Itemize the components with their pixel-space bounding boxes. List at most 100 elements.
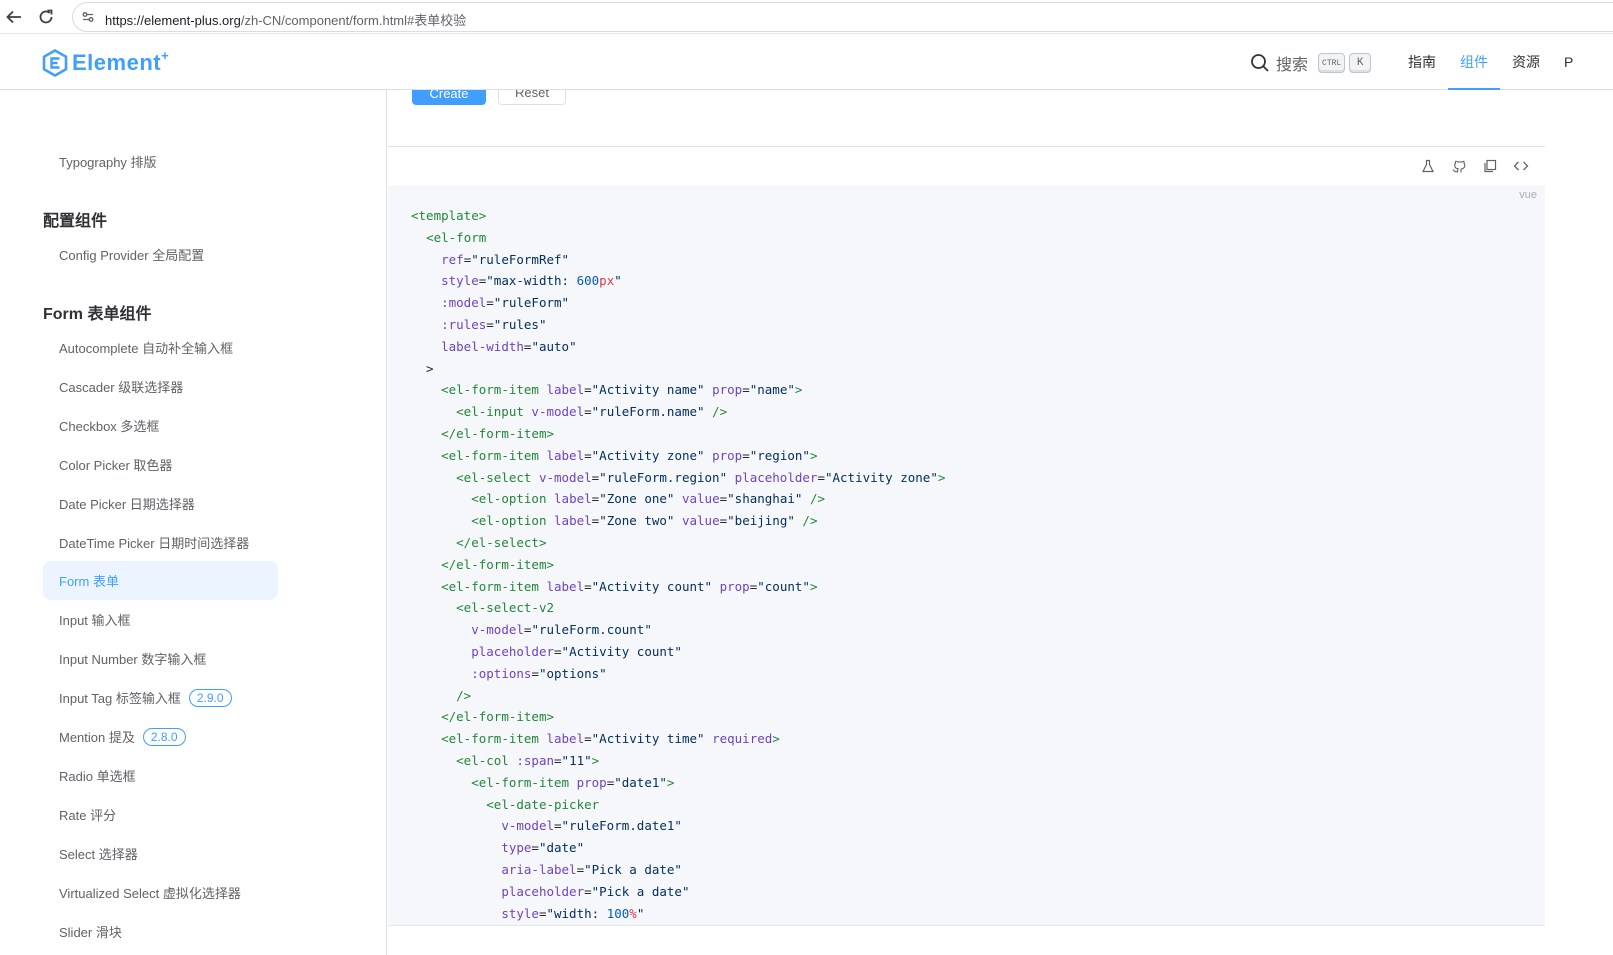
code-token: prop [576, 774, 607, 790]
playground-icon[interactable] [1420, 158, 1436, 174]
code-token: </el-form-item> [441, 556, 554, 572]
code-line: :rules="rules" [411, 314, 945, 336]
copy-icon[interactable] [1482, 158, 1498, 174]
code-token: > [591, 752, 600, 768]
sidebar-item[interactable]: Autocomplete 自动补全输入框 [43, 328, 278, 367]
address-bar[interactable]: https://element-plus.org/zh-CN/component… [72, 2, 1613, 32]
code-line: placeholder="Activity count" [411, 641, 945, 663]
sidebar-item[interactable]: Virtualized Select 虚拟化选择器 [43, 873, 278, 912]
version-badge: 2.9.0 [188, 688, 232, 707]
code-block-bottom [388, 925, 1545, 955]
url-text[interactable]: https://element-plus.org/zh-CN/component… [105, 10, 466, 29]
view-source-icon[interactable] [1513, 158, 1529, 174]
reset-button[interactable]: Reset [498, 90, 566, 105]
code-token: ref [441, 251, 464, 267]
code-line: <el-select-v2 [411, 597, 945, 619]
code-token: = [554, 818, 562, 834]
sidebar-item[interactable]: Checkbox 多选框 [43, 406, 278, 445]
code-language-tag: vue [1519, 189, 1537, 201]
sidebar-item[interactable]: Radio 单选框 [43, 756, 278, 795]
code-line: <el-input v-model="ruleForm.name" /> [411, 401, 945, 423]
nav-component[interactable]: 组件 [1448, 34, 1500, 90]
back-icon[interactable] [2, 5, 26, 29]
sidebar-item[interactable]: Color Picker 取色器 [43, 445, 278, 484]
create-button[interactable]: Create [412, 90, 486, 105]
code-token: <el-form-item [471, 774, 570, 790]
code-line: <el-option label="Zone two" value="beiji… [411, 510, 945, 532]
code-token: v-model [531, 404, 585, 420]
sidebar-item[interactable]: Cascader 级联选择器 [43, 367, 278, 406]
sidebar-item-typography[interactable]: Typography 排版 [43, 142, 278, 181]
code-token: "ruleForm.region" [599, 469, 728, 485]
code-token: <el-option [471, 513, 547, 529]
search-button[interactable]: 搜索 CTRL K [1250, 51, 1375, 75]
code-token: <el-select [456, 469, 532, 485]
code-token: v-model [471, 622, 524, 638]
nav-guide[interactable]: 指南 [1396, 34, 1448, 90]
code-line: :options="options" [411, 663, 945, 685]
reload-icon[interactable] [34, 5, 58, 29]
code-token: /> [809, 491, 826, 507]
code-token: value [681, 491, 720, 507]
site-info-icon[interactable] [81, 10, 95, 24]
sidebar-item[interactable]: Mention 提及 2.8.0 [43, 717, 278, 756]
code-token: "auto" [531, 338, 577, 354]
github-icon[interactable] [1451, 158, 1467, 174]
sidebar-item-label: Rate 评分 [59, 807, 117, 823]
code-token: label [546, 382, 585, 398]
sidebar-item[interactable]: Input 输入框 [43, 600, 278, 639]
code-token: <el-form-item [441, 382, 539, 398]
code-token: = [742, 382, 750, 398]
browser-toolbar: https://element-plus.org/zh-CN/component… [0, 0, 1613, 34]
url-host: https://element-plus.org [105, 13, 241, 28]
code-token: > [809, 578, 818, 594]
sidebar-item[interactable]: Rate 评分 [43, 795, 278, 834]
code-token: "Activity zone" [591, 447, 705, 463]
code-token: :model [441, 295, 487, 311]
code-line: <el-form-item label="Activity zone" prop… [411, 445, 945, 467]
code-token: = [584, 404, 592, 420]
element-logo[interactable]: Element + [42, 48, 169, 77]
code-token: "11" [561, 752, 592, 768]
nav-resource[interactable]: 资源 [1500, 34, 1552, 90]
sidebar-item[interactable]: Input Number 数字输入框 [43, 639, 278, 678]
sidebar-item-label: Select 选择器 [59, 846, 138, 862]
sidebar-item[interactable]: Select 选择器 [43, 834, 278, 873]
sidebar-item[interactable]: Form 表单 [43, 561, 278, 601]
sidebar-item[interactable]: DateTime Picker 日期时间选择器 [43, 523, 278, 562]
code-line: aria-label="Pick a date" [411, 859, 945, 881]
code-token: "Zone two" [599, 513, 675, 529]
sidebar-item[interactable]: Slider 滑块 [43, 912, 278, 951]
sidebar-item[interactable]: Input Tag 标签输入框 2.9.0 [43, 678, 278, 717]
code-token: prop [712, 382, 743, 398]
sidebar-item-label: Input Number 数字输入框 [59, 652, 207, 668]
code-token: = [531, 840, 539, 856]
code-token: <el-select-v2 [456, 600, 554, 616]
nav-playground[interactable]: P [1552, 34, 1573, 90]
code-token: style [441, 273, 479, 289]
code-token: /> [712, 404, 728, 420]
code-token: <el-form-item [441, 731, 539, 747]
sidebar-item[interactable]: Date Picker 日期选择器 [43, 484, 278, 523]
sidebar-item-config-provider[interactable]: Config Provider 全局配置 [43, 235, 278, 274]
code-block: vue <template> <el-form ref="ruleFormRef… [388, 185, 1545, 925]
code-line: <el-form [411, 227, 945, 249]
code-line: style="max-width: 600px" [411, 270, 945, 292]
code-token: = [584, 731, 592, 747]
code-token: "ruleForm.count" [531, 622, 652, 638]
code-line: placeholder="Pick a date" [411, 881, 945, 903]
code-token: "max-width: [486, 273, 577, 289]
